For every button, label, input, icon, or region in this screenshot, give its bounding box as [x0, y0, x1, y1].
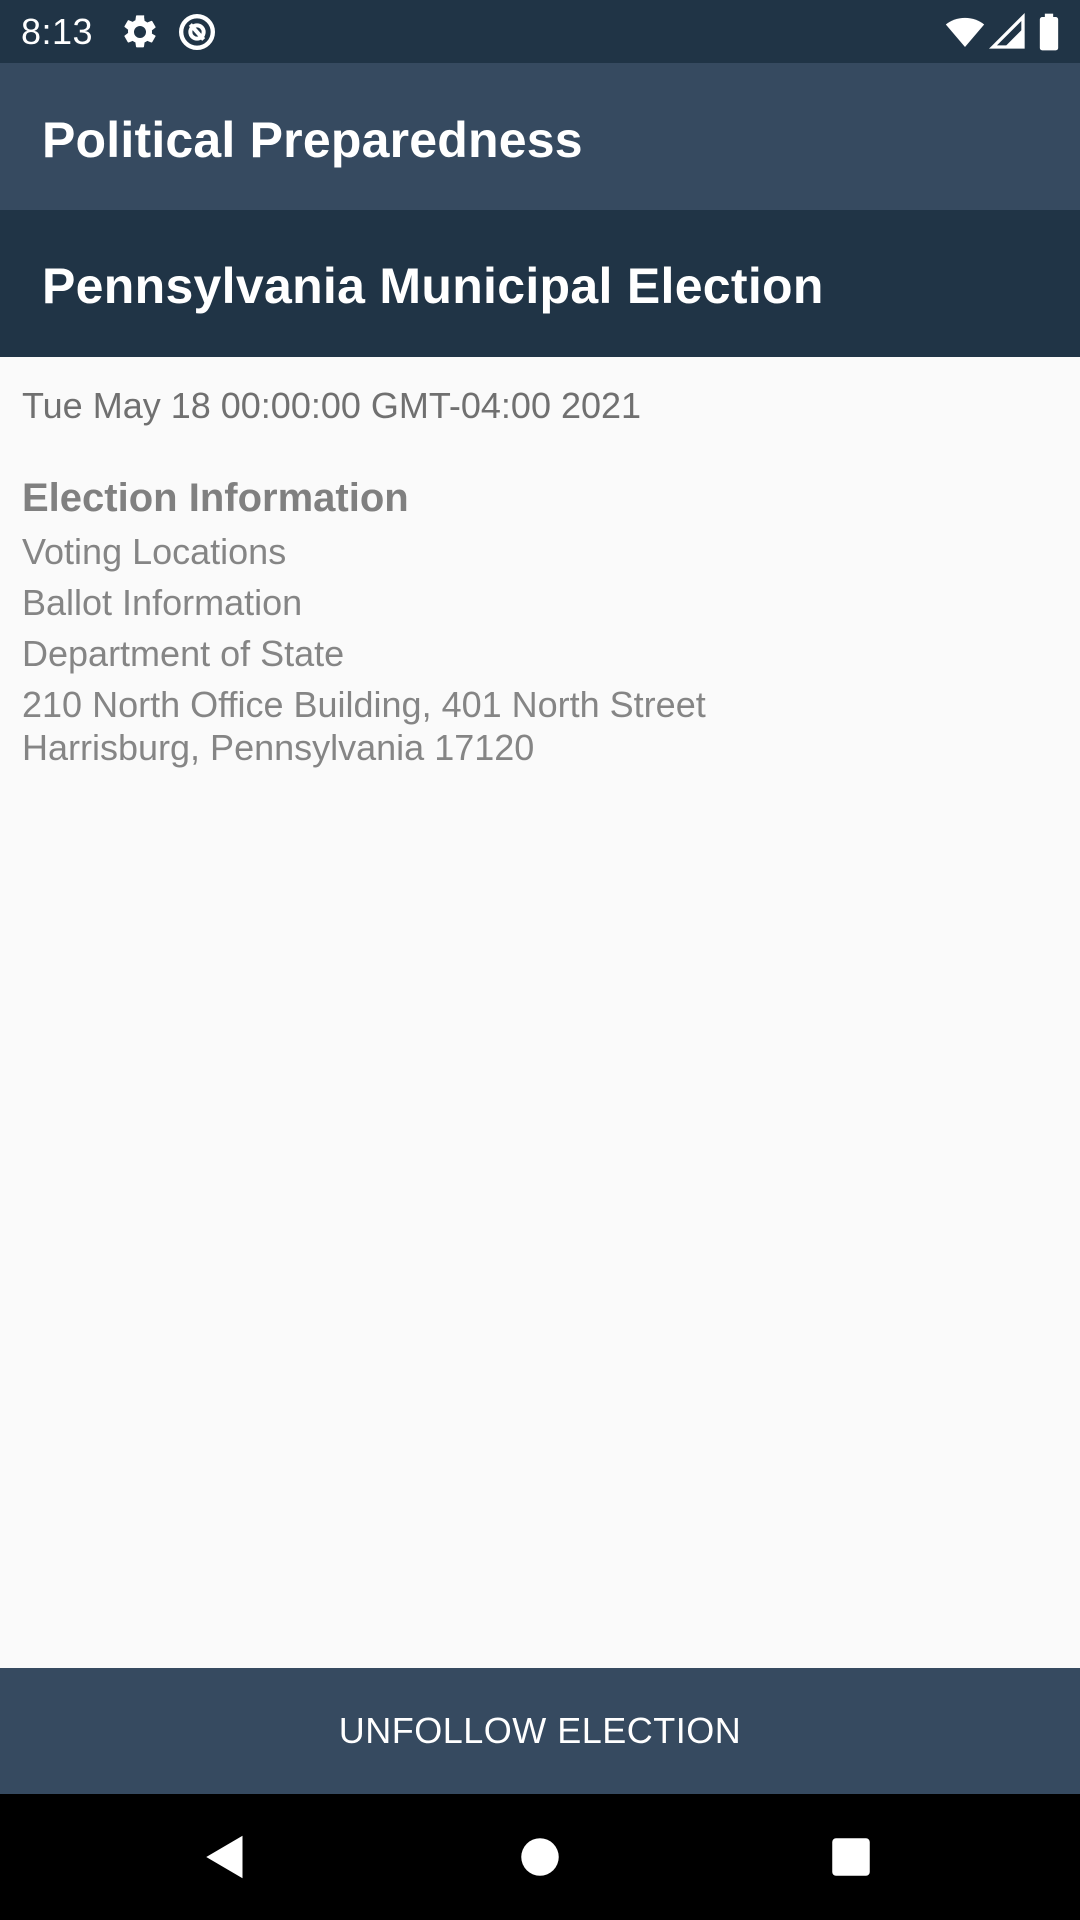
ballot-information-link[interactable]: Ballot Information [22, 581, 302, 625]
election-date: Tue May 18 00:00:00 GMT-04:00 2021 [22, 385, 642, 426]
recents-icon[interactable] [821, 1827, 881, 1887]
signal-icon [988, 12, 1025, 49]
app-bar: Political Preparedness [0, 63, 1080, 210]
at-sign-icon [179, 14, 215, 50]
department-name: Department of State [22, 633, 345, 674]
gear-icon [124, 15, 156, 48]
navigation-bar [0, 1794, 1080, 1920]
election-info-heading: Election Information [22, 476, 409, 520]
address-line-1: 210 North Office Building, 401 North Str… [22, 684, 706, 725]
status-time: 8:13 [21, 11, 94, 52]
app-title: Political Preparedness [42, 112, 583, 168]
unfollow-election-button[interactable]: UNFOLLOW ELECTION [0, 1668, 1080, 1794]
home-icon[interactable] [510, 1827, 570, 1887]
election-detail-screen: 8:13 Political Preparedness Pennsylvania… [0, 0, 1080, 1920]
back-icon[interactable] [195, 1827, 255, 1887]
address-line-2: Harrisburg, Pennsylvania 17120 [22, 727, 535, 768]
election-name: Pennsylvania Municipal Election [42, 258, 824, 314]
voting-locations-link[interactable]: Voting Locations [22, 530, 286, 574]
status-bar: 8:13 [0, 0, 1080, 63]
election-header: Pennsylvania Municipal Election [0, 210, 1080, 357]
wifi-icon [945, 17, 985, 47]
battery-icon [1039, 13, 1059, 51]
